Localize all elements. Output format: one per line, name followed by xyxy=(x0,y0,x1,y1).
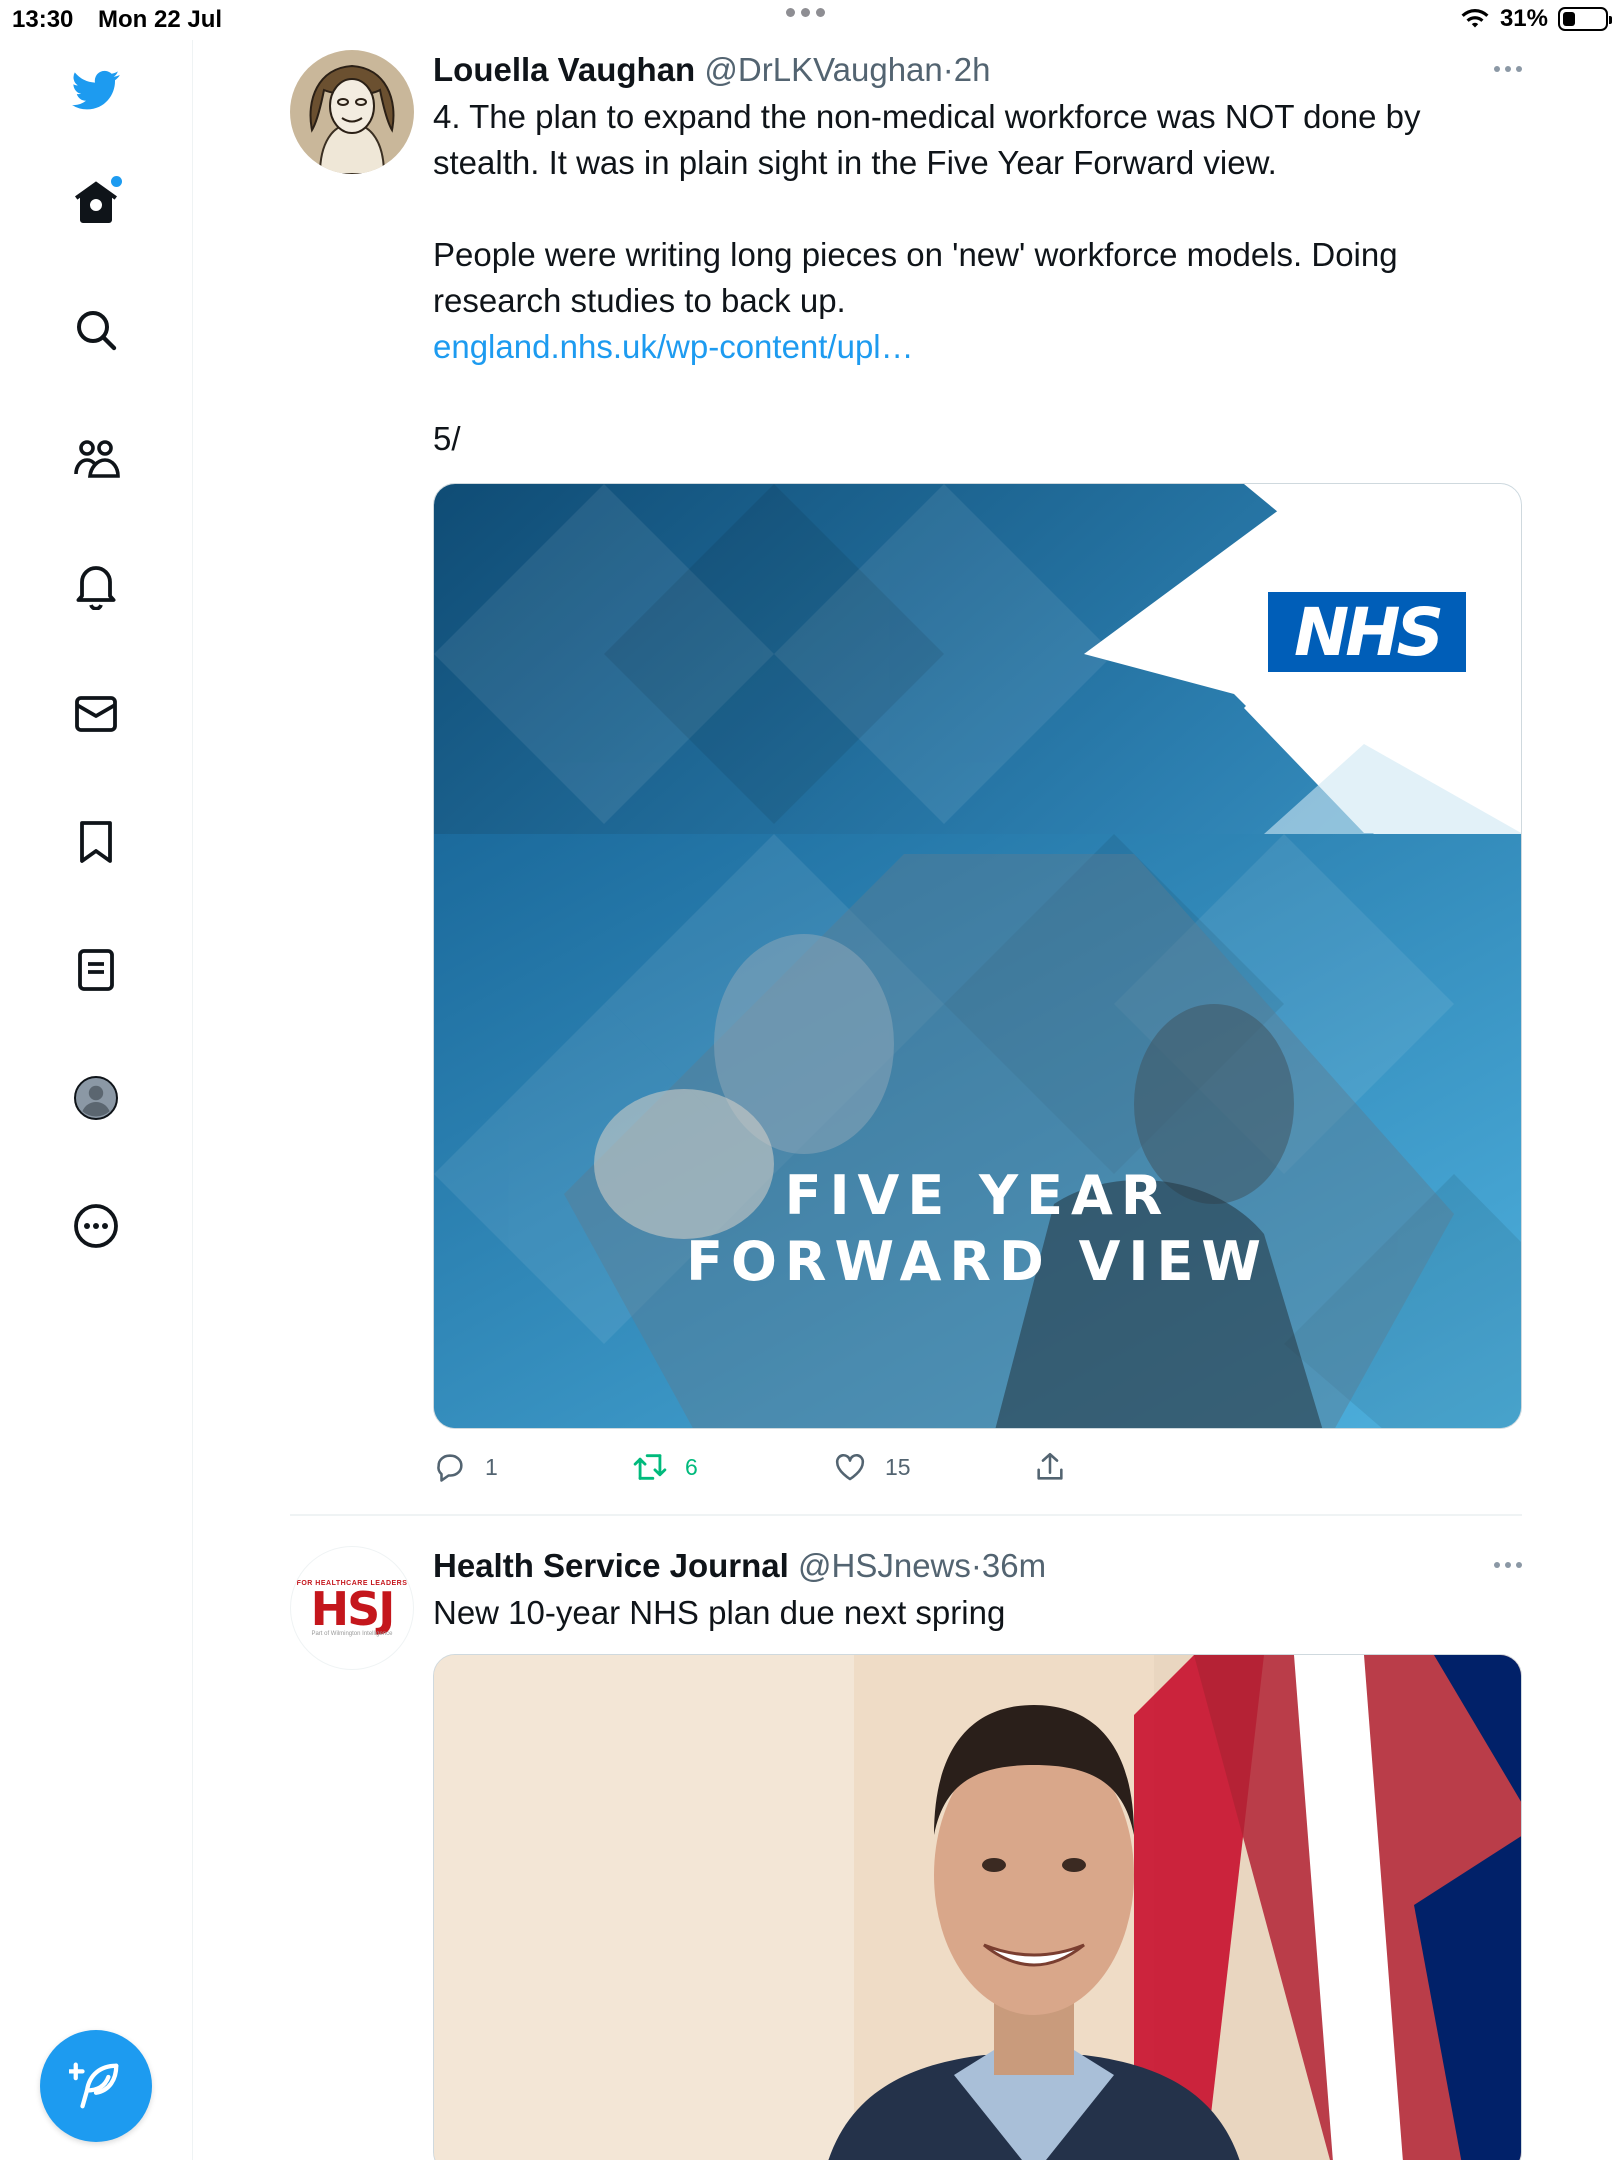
author-handle[interactable]: @HSJnews xyxy=(798,1547,971,1584)
author-name[interactable]: Louella Vaughan xyxy=(433,51,695,88)
retweet-icon xyxy=(633,1454,667,1480)
sidebar-nav xyxy=(0,40,193,2160)
tweet-more-icon[interactable] xyxy=(1494,1562,1522,1568)
notifications-icon[interactable] xyxy=(68,558,124,614)
compose-tweet-button[interactable] xyxy=(40,2030,152,2142)
more-icon[interactable] xyxy=(68,1198,124,1254)
retweet-count: 6 xyxy=(685,1453,698,1480)
tweet-time[interactable]: 2h xyxy=(954,51,991,88)
tweet-text-paragraph-3: 5/ xyxy=(433,420,461,457)
reply-button[interactable]: 1 xyxy=(433,1450,498,1484)
tweet-text-paragraph-1: 4. The plan to expand the non-medical wo… xyxy=(433,98,1430,181)
home-notification-dot xyxy=(111,176,122,187)
tweet-divider xyxy=(290,1514,1522,1516)
battery-icon xyxy=(1558,7,1612,31)
battery-percent: 31% xyxy=(1499,5,1548,32)
bookmarks-icon[interactable] xyxy=(68,814,124,870)
hsj-logo: HSJ xyxy=(310,1581,396,1636)
messages-icon[interactable] xyxy=(68,686,124,742)
profile-icon[interactable] xyxy=(68,1070,124,1126)
author-name[interactable]: Health Service Journal xyxy=(433,1547,789,1584)
communities-icon[interactable] xyxy=(68,430,124,486)
tweet-text-paragraph-1: New 10-year NHS plan due next spring xyxy=(433,1594,1006,1631)
share-icon xyxy=(1037,1452,1063,1480)
tweet-text-paragraph-2: People were writing long pieces on 'new'… xyxy=(433,236,1407,319)
share-button[interactable] xyxy=(1033,1450,1067,1484)
tweet-link[interactable]: england.nhs.uk/wp-content/upl… xyxy=(433,324,1522,370)
status-time: 13:30 xyxy=(12,6,74,33)
tweet-more-icon[interactable] xyxy=(1494,66,1522,72)
tweet-header: Health Service Journal @HSJnews·36m xyxy=(433,1546,1522,1586)
header-separator: · xyxy=(970,1547,982,1584)
author-avatar[interactable]: FOR HEALTHCARE LEADERS HSJ Part of Wilmi… xyxy=(290,1546,414,1670)
tweet-media-image[interactable]: NHS FIVE YEAR FORWARD VIEW xyxy=(433,483,1522,1429)
status-date: Mon 22 Jul xyxy=(98,6,223,33)
hsj-logo-subline: Part of Wilmington Intelligence xyxy=(311,1630,393,1637)
wifi-icon xyxy=(1460,7,1490,31)
search-icon[interactable] xyxy=(68,302,124,358)
feather-plus-icon xyxy=(69,2062,119,2109)
media-title-line-2: FORWARD VIEW xyxy=(686,1230,1269,1293)
multitasking-dots-icon[interactable] xyxy=(786,8,825,17)
like-button[interactable]: 15 xyxy=(833,1450,911,1484)
tweet-actions: 1 6 15 xyxy=(433,1450,1113,1490)
like-count: 15 xyxy=(885,1453,911,1480)
status-bar: 13:30 Mon 22 Jul 31% xyxy=(0,0,1620,40)
heart-icon xyxy=(835,1454,865,1481)
retweet-button[interactable]: 6 xyxy=(633,1450,698,1484)
tweet-time[interactable]: 36m xyxy=(982,1547,1046,1584)
author-handle[interactable]: @DrLKVaughan xyxy=(704,51,942,88)
reply-count: 1 xyxy=(485,1453,498,1480)
media-title-line-1: FIVE YEAR xyxy=(784,1164,1171,1227)
home-icon[interactable] xyxy=(68,174,124,230)
reply-icon xyxy=(437,1454,463,1482)
author-avatar[interactable] xyxy=(290,50,414,174)
tweet-media-image[interactable] xyxy=(433,1654,1522,2160)
twitter-logo-icon[interactable] xyxy=(68,62,124,118)
timeline-feed[interactable]: Louella Vaughan @DrLKVaughan·2h 4. The p… xyxy=(193,40,1620,2160)
lists-icon[interactable] xyxy=(68,942,124,998)
header-separator: · xyxy=(942,51,954,88)
tweet-header: Louella Vaughan @DrLKVaughan·2h xyxy=(433,50,1522,90)
nhs-logo: NHS xyxy=(1268,592,1466,672)
